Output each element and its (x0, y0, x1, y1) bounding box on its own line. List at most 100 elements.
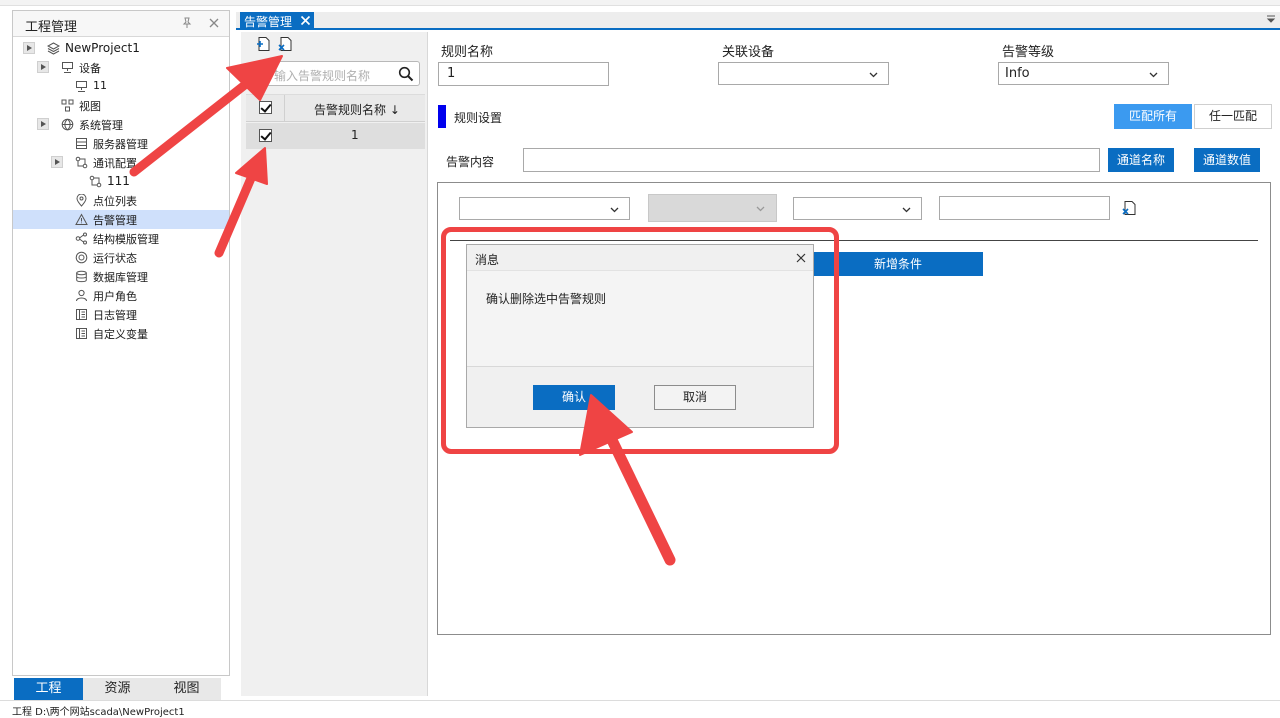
device-icon (62, 62, 73, 73)
server-icon (76, 138, 87, 149)
delete-condition-icon[interactable] (1122, 200, 1137, 216)
point-icon (76, 194, 87, 207)
project-panel-header: 工程管理 (13, 11, 229, 37)
row-checkbox[interactable] (259, 129, 272, 142)
tab-label: 告警管理 (244, 15, 293, 29)
expand-arrow-icon[interactable] (37, 61, 49, 73)
layers-icon (47, 42, 60, 55)
channel-value-button[interactable]: 通道数值 (1194, 148, 1260, 172)
chevron-down-icon (756, 206, 765, 212)
pin-icon[interactable] (181, 17, 193, 29)
tree-item-comm[interactable]: 通讯配置 (13, 153, 229, 172)
annotation-highlight-box (441, 227, 839, 454)
alarm-content-label: 告警内容 (446, 155, 495, 169)
status-icon (75, 251, 88, 264)
tree-item-view[interactable]: 视图 (13, 96, 229, 115)
condition-field-select[interactable] (459, 197, 630, 220)
tree-item-logs[interactable]: 日志管理 (13, 305, 229, 324)
tab-list-dropdown-icon[interactable] (1266, 14, 1276, 24)
delete-file-icon[interactable] (278, 36, 293, 52)
alarm-icon (75, 213, 88, 225)
tree-item-project[interactable]: NewProject1 (13, 39, 229, 58)
tab-resources[interactable]: 资源 (83, 678, 152, 700)
chevron-down-icon (610, 207, 619, 213)
panel-title: 工程管理 (25, 20, 78, 35)
condition-value-input[interactable] (939, 196, 1110, 220)
section-marker (438, 105, 446, 128)
tree-label: NewProject1 (65, 41, 140, 55)
tree-item-comm-111[interactable]: 111 (13, 172, 229, 191)
tree-item-database[interactable]: 数据库管理 (13, 267, 229, 286)
tree-item-server[interactable]: 服务器管理 (13, 134, 229, 153)
tree-item-variables[interactable]: 自定义变量 (13, 324, 229, 343)
tab-alarm-management[interactable]: 告警管理 (240, 12, 314, 30)
tree-label: 点位列表 (93, 195, 137, 208)
tree-label: 111 (107, 174, 130, 188)
user-icon (76, 289, 87, 302)
tree-label: 用户角色 (93, 290, 137, 303)
tree-item-device[interactable]: 设备 (13, 58, 229, 77)
tab-project[interactable]: 工程 (14, 678, 83, 700)
chevron-down-icon (869, 72, 878, 78)
tree-item-users[interactable]: 用户角色 (13, 286, 229, 305)
table-row[interactable]: 1 (246, 123, 425, 149)
tree-label: 设备 (79, 62, 101, 75)
chevron-down-icon (1149, 72, 1158, 78)
rule-name-cell: 1 (351, 128, 359, 142)
expand-arrow-icon[interactable] (23, 42, 35, 54)
tree-label: 11 (93, 79, 107, 92)
column-header-rule-name[interactable]: 告警规则名称 ↓ (314, 101, 400, 118)
level-value: Info (1005, 66, 1030, 81)
match-any-button[interactable]: 任一匹配 (1194, 104, 1272, 129)
rule-name-label: 规则名称 (441, 45, 494, 60)
level-select[interactable]: Info (998, 62, 1169, 85)
connection-icon (75, 156, 88, 169)
search-icon[interactable] (398, 66, 414, 82)
tree-label: 日志管理 (93, 309, 137, 322)
rule-name-input[interactable]: 1 (438, 62, 609, 86)
tree-item-system[interactable]: 系统管理 (13, 115, 229, 134)
panel-tabs: 工程 资源 视图 (14, 678, 221, 700)
tree-label: 视图 (79, 100, 101, 113)
rule-name-value: 1 (447, 66, 456, 81)
tree-item-points[interactable]: 点位列表 (13, 191, 229, 210)
condition-operator-select[interactable] (648, 194, 777, 222)
match-all-button[interactable]: 匹配所有 (1114, 104, 1192, 129)
tree-label: 告警管理 (93, 214, 137, 227)
tree-label: 通讯配置 (93, 157, 137, 170)
status-bar: 工程 D:\两个网站scada\NewProject1 (0, 700, 1280, 718)
column-separator (284, 95, 285, 121)
connection-icon (89, 175, 102, 188)
rules-list-header: 告警规则名称 ↓ (246, 94, 425, 122)
tree-label: 运行状态 (93, 252, 137, 265)
log-icon (76, 309, 87, 320)
database-icon (76, 270, 87, 283)
tree-label: 服务器管理 (93, 138, 148, 151)
channel-name-button[interactable]: 通道名称 (1108, 148, 1174, 172)
add-file-icon[interactable] (256, 36, 271, 52)
close-icon[interactable] (208, 17, 220, 29)
search-placeholder: 输入告警规则名称 (274, 69, 371, 83)
tree-label: 系统管理 (79, 119, 123, 132)
search-input[interactable]: 输入告警规则名称 (255, 61, 420, 86)
document-tabstrip (236, 12, 1280, 30)
tree-item-alarm[interactable]: 告警管理 (13, 210, 229, 229)
globe-icon (61, 118, 74, 131)
tree-item-status[interactable]: 运行状态 (13, 248, 229, 267)
tree-item-device-11[interactable]: 11 (13, 77, 229, 96)
expand-arrow-icon[interactable] (51, 156, 63, 168)
tree-label: 自定义变量 (93, 328, 148, 341)
alarm-content-input[interactable] (523, 148, 1100, 172)
expand-arrow-icon[interactable] (37, 118, 49, 130)
chevron-down-icon (902, 207, 911, 213)
condition-type-select[interactable] (793, 197, 922, 220)
close-icon[interactable] (300, 15, 311, 26)
tree-label: 数据库管理 (93, 271, 148, 284)
device-select[interactable] (718, 62, 889, 85)
project-panel: 工程管理 NewProject1 设备 11 视图 系统管理 服务器管理 通讯配… (12, 10, 230, 676)
tree-item-structure[interactable]: 结构模版管理 (13, 229, 229, 248)
tree-label: 结构模版管理 (93, 233, 159, 246)
tab-view[interactable]: 视图 (152, 678, 221, 700)
select-all-checkbox[interactable] (259, 101, 272, 114)
view-icon (61, 99, 74, 112)
